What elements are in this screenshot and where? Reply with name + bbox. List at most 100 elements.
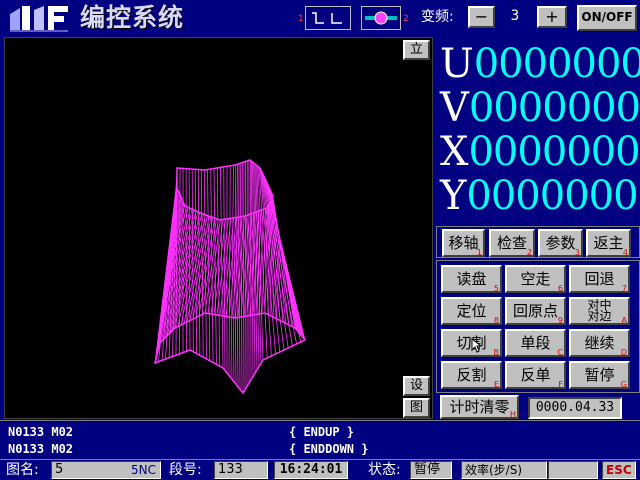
graphics-view[interactable]: 立 设 图: [4, 37, 433, 419]
status-bar: 图名: 5 5NC 段号: 133 16:24:01 状态: 暂停 效率(步/S)…: [0, 459, 640, 480]
coord-row-v: V0000000: [440, 87, 640, 129]
coord-value-v: 0000000: [468, 85, 640, 131]
edge-label: 对边: [587, 309, 612, 323]
wireframe-ruling-line: [216, 167, 221, 367]
segment-number-field: 133: [214, 461, 268, 479]
reverse-cut-label: 反割: [456, 366, 487, 384]
coord-axis-y: Y: [440, 173, 467, 219]
move-axis-label: 移轴: [448, 234, 479, 252]
title-bar: 编控系统 1 2 变频: − 3 + ON/OFF: [0, 0, 640, 37]
key-hint: F: [558, 380, 563, 389]
wireframe-ruling-line: [228, 165, 231, 376]
esc-button[interactable]: ESC: [602, 461, 636, 479]
figure-button[interactable]: 图: [403, 398, 430, 418]
key-hint: 4: [622, 248, 628, 257]
coord-axis-v: V: [440, 85, 469, 131]
key-hint-2: 2: [403, 14, 409, 24]
timer-reset-label: 计时清零: [449, 398, 510, 416]
coordinate-display: U0000000 V0000000 X0000000 Y0000000: [436, 37, 640, 224]
mouse-cursor-icon: [471, 338, 483, 353]
frequency-increase-button[interactable]: +: [537, 6, 567, 28]
wireframe-ruling-line: [213, 219, 227, 315]
key-hint: 5: [493, 284, 499, 293]
key-hint: 6: [557, 284, 563, 293]
pulse-direction-icon: [312, 12, 342, 24]
high-frequency-icon: [365, 11, 397, 25]
message-line-2-note: { ENDDOWN }: [289, 442, 369, 456]
message-line-1-note: { ENDUP }: [289, 425, 355, 439]
key-hint: 9: [557, 316, 563, 325]
efficiency-label-field: 效率(步/S): [461, 461, 547, 479]
parameters-button[interactable]: 参数 3: [538, 229, 583, 257]
key-hint: G: [620, 380, 627, 389]
coord-row-u: U0000000: [440, 43, 640, 85]
hf-logo-icon: [10, 6, 68, 32]
continue-label: 继续: [584, 334, 615, 352]
figure-extension: 5NC: [131, 463, 156, 477]
read-disk-button[interactable]: 读盘 5: [441, 265, 502, 293]
state-label: 状态:: [368, 462, 401, 478]
coord-row-y: Y0000000: [440, 173, 639, 219]
parameters-label: 参数: [545, 234, 576, 252]
coord-row-x: X0000000: [440, 131, 640, 173]
wireframe-model: [153, 159, 307, 395]
wireframe-ruling-line: [191, 169, 194, 352]
single-block-button[interactable]: 单段 C: [505, 329, 566, 357]
frequency-label: 变频:: [421, 9, 454, 25]
move-axis-button[interactable]: 移轴 1: [442, 229, 485, 257]
efficiency-value-field: [548, 461, 598, 479]
position-label: 定位: [456, 302, 487, 320]
settings-button[interactable]: 设: [403, 376, 430, 396]
return-origin-button[interactable]: 回原点 9: [505, 297, 566, 325]
reverse-single-label: 反单: [520, 366, 551, 384]
bottom-contour: [153, 312, 307, 395]
frequency-decrease-button[interactable]: −: [468, 6, 495, 28]
wireframe-ruling-line: [223, 166, 226, 371]
center-edge-button[interactable]: 对中 对边 A: [569, 297, 630, 325]
key-hint: 2: [526, 248, 532, 257]
return-main-button[interactable]: 返主 4: [586, 229, 631, 257]
wireframe-rulings: [154, 160, 306, 394]
read-disk-label: 读盘: [456, 270, 487, 288]
continue-button[interactable]: 继续 D: [569, 329, 630, 357]
3d-view-button[interactable]: 立: [403, 40, 430, 60]
figure-name-label: 图名:: [6, 462, 39, 478]
key-hint-1: 1: [298, 14, 304, 24]
figure-name-value: 5: [55, 462, 64, 477]
app-title: 编控系统: [80, 3, 185, 32]
key-hint: A: [621, 316, 627, 325]
segment-label: 段号:: [169, 462, 202, 478]
key-hint: H: [509, 410, 516, 419]
key-hint: C: [557, 348, 563, 357]
key-hint: D: [620, 348, 627, 357]
key-hint: 7: [621, 284, 627, 293]
back-off-button[interactable]: 回退 7: [569, 265, 630, 293]
pause-button[interactable]: 暂停 G: [569, 361, 630, 389]
figure-name-field: 5 5NC: [51, 461, 161, 479]
wireframe-ruling-line: [244, 161, 247, 390]
pause-label: 暂停: [584, 366, 615, 384]
coord-axis-u: U: [440, 41, 474, 87]
coord-value-y: 0000000: [466, 173, 638, 219]
message-line-2-code: N0133 M02: [8, 442, 74, 456]
high-frequency-toggle[interactable]: [361, 6, 401, 30]
timer-reset-button[interactable]: 计时清零 H: [440, 395, 519, 419]
reverse-cut-button[interactable]: 反割 E: [441, 361, 502, 389]
coord-value-x: 0000000: [468, 129, 640, 175]
state-value-field: 暂停: [410, 461, 452, 479]
message-line-1-code: N0133 M02: [8, 425, 74, 439]
return-origin-label: 回原点: [512, 302, 558, 320]
power-onoff-button[interactable]: ON/OFF: [577, 5, 637, 31]
check-button[interactable]: 检查 2: [489, 229, 535, 257]
pulse-direction-toggle[interactable]: [305, 6, 351, 30]
position-button[interactable]: 定位 8: [441, 297, 502, 325]
dry-run-button[interactable]: 空走 6: [505, 265, 566, 293]
clock-display: 16:24:01: [274, 461, 348, 479]
return-main-label: 返主: [593, 234, 624, 252]
reverse-single-button[interactable]: 反单 F: [505, 361, 566, 389]
elapsed-time-display: 0000.04.33: [528, 397, 622, 419]
frequency-value: 3: [510, 8, 520, 24]
key-hint: 1: [476, 248, 482, 257]
single-block-label: 单段: [520, 334, 551, 352]
coord-axis-x: X: [440, 129, 469, 175]
